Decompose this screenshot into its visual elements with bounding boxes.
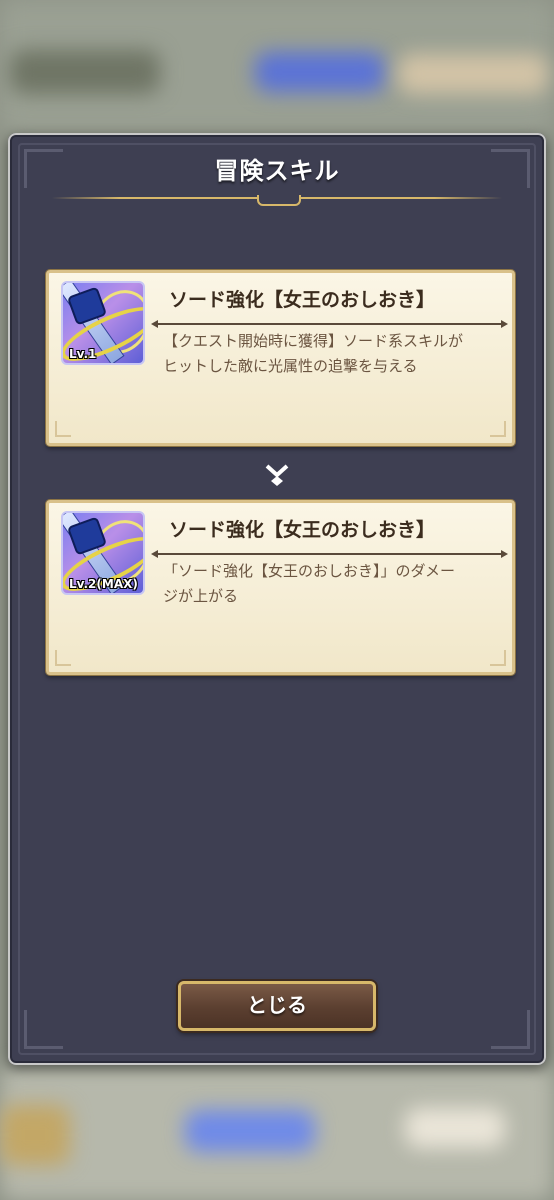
card-corner-ornament xyxy=(55,421,71,437)
sword-skill-icon: Lv.1 xyxy=(61,281,145,365)
sword-skill-icon: Lv.2(MAX) xyxy=(61,511,145,595)
skill-level-badge: Lv.2(MAX) xyxy=(69,577,138,591)
title-divider xyxy=(52,195,502,207)
card-corner-ornament xyxy=(55,650,71,666)
skill-level-badge: Lv.1 xyxy=(69,347,97,361)
skill-description-line: ジが上がる xyxy=(163,587,239,605)
skill-modal: 冒険スキル Lv.1 ソード強化【女王のおしおき】 【クエスト開始時に獲得】ソー… xyxy=(8,133,546,1065)
skill-card-current: Lv.1 ソード強化【女王のおしおき】 【クエスト開始時に獲得】ソード系スキルが… xyxy=(46,270,515,446)
close-button[interactable]: とじる xyxy=(178,981,376,1031)
skill-description-line: 「ソード強化【女王のおしおき】」のダメー xyxy=(163,562,456,580)
skill-divider xyxy=(151,550,508,558)
skill-name: ソード強化【女王のおしおき】 xyxy=(169,519,436,541)
modal-title: 冒険スキル xyxy=(214,157,340,185)
card-corner-ornament xyxy=(490,421,506,437)
skill-card-next: Lv.2(MAX) ソード強化【女王のおしおき】 「ソード強化【女王のおしおき】… xyxy=(46,500,515,675)
chevron-down-icon xyxy=(265,464,289,486)
skill-description-line: ヒットした敵に光属性の追撃を与える xyxy=(163,357,418,375)
skill-description: 「ソード強化【女王のおしおき】」のダメー ジが上がる xyxy=(163,559,500,609)
frame-corner-ornament xyxy=(491,1010,530,1049)
frame-corner-ornament xyxy=(24,1010,63,1049)
card-corner-ornament xyxy=(490,650,506,666)
skill-divider xyxy=(151,320,508,328)
skill-description: 【クエスト開始時に獲得】ソード系スキルが ヒットした敵に光属性の追撃を与える xyxy=(163,329,500,379)
skill-name: ソード強化【女王のおしおき】 xyxy=(169,289,436,311)
skill-description-line: 【クエスト開始時に獲得】ソード系スキルが xyxy=(163,332,464,350)
